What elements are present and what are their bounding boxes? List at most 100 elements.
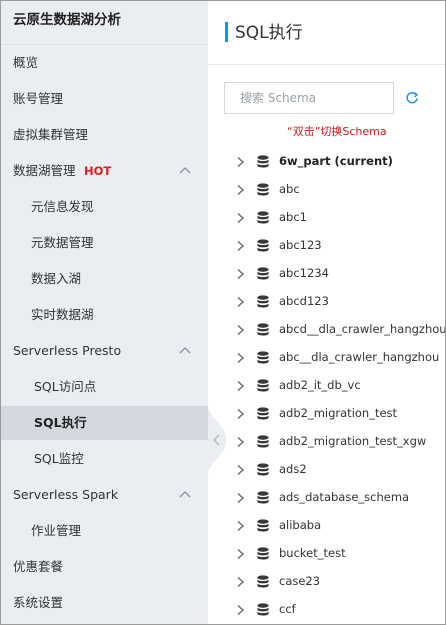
schema-tree-item[interactable]: alibaba bbox=[208, 512, 445, 540]
database-icon bbox=[257, 407, 269, 420]
schema-name: alibaba bbox=[279, 518, 322, 532]
schema-tree-item[interactable]: abc1234 bbox=[208, 260, 445, 288]
database-icon bbox=[257, 295, 269, 308]
sidebar-item-label: 系统设置 bbox=[13, 595, 64, 610]
sidebar-item-label: 数据入湖 bbox=[31, 271, 82, 286]
chevron-up-icon bbox=[179, 167, 191, 174]
schema-tree-item[interactable]: ads2 bbox=[208, 456, 445, 484]
schema-name: adb2_it_db_vc bbox=[279, 378, 361, 392]
database-icon bbox=[257, 183, 269, 196]
page-title: SQL执行 bbox=[235, 23, 303, 43]
sidebar-item-packages[interactable]: 优惠套餐 bbox=[1, 550, 208, 584]
app-window: 云原生数据湖分析 概览 账号管理 虚拟集群管理 数据湖管理 HOT 元信息发现 … bbox=[0, 0, 446, 625]
schema-tree-item[interactable]: bucket_test bbox=[208, 540, 445, 568]
schema-tree-item[interactable]: abcd123 bbox=[208, 288, 445, 316]
schema-tree-item[interactable]: ccf bbox=[208, 596, 445, 624]
chevron-right-icon[interactable] bbox=[235, 240, 245, 252]
database-icon bbox=[257, 547, 269, 560]
chevron-right-icon[interactable] bbox=[235, 492, 245, 504]
schema-name: abc bbox=[279, 182, 300, 196]
title-accent-bar bbox=[225, 22, 228, 42]
sidebar-group-spark[interactable]: Serverless Spark bbox=[1, 478, 208, 512]
schema-tree-item[interactable]: adb2_it_db_vc bbox=[208, 372, 445, 400]
schema-name: adb2_migration_test bbox=[279, 406, 398, 420]
schema-tree-item[interactable]: abc1 bbox=[208, 204, 445, 232]
schema-name: case23 bbox=[279, 574, 321, 588]
schema-name: abcd__dla_crawler_hangzhou bbox=[279, 322, 446, 336]
chevron-right-icon[interactable] bbox=[235, 548, 245, 560]
sidebar-item-sql-monitor[interactable]: SQL监控 bbox=[1, 442, 208, 476]
chevron-right-icon[interactable] bbox=[235, 324, 245, 336]
database-icon bbox=[257, 463, 269, 476]
database-icon bbox=[257, 603, 269, 616]
schema-tree-item[interactable]: adb2_migration_test bbox=[208, 400, 445, 428]
chevron-right-icon[interactable] bbox=[235, 408, 245, 420]
sidebar-item-settings[interactable]: 系统设置 bbox=[1, 586, 208, 620]
schema-name: abc123 bbox=[279, 238, 322, 252]
chevron-right-icon[interactable] bbox=[235, 604, 245, 616]
schema-name: abcd123 bbox=[279, 294, 329, 308]
sidebar-item-job-management[interactable]: 作业管理 bbox=[1, 514, 208, 548]
schema-tree-item[interactable]: 6w_part (current) bbox=[208, 148, 445, 176]
schema-name: adb2_migration_test_xgw bbox=[279, 434, 427, 448]
chevron-right-icon[interactable] bbox=[235, 436, 245, 448]
chevron-right-icon[interactable] bbox=[235, 212, 245, 224]
sidebar-item-label: SQL访问点 bbox=[34, 379, 97, 394]
sidebar-item-label: 元信息发现 bbox=[31, 199, 94, 214]
chevron-up-icon bbox=[179, 491, 191, 498]
sidebar-item-label: 作业管理 bbox=[31, 523, 82, 538]
chevron-right-icon[interactable] bbox=[235, 156, 245, 168]
schema-name: bucket_test bbox=[279, 546, 346, 560]
sidebar-item-label: 账号管理 bbox=[13, 91, 64, 106]
schema-name: ads_database_schema bbox=[279, 490, 410, 504]
database-icon bbox=[257, 519, 269, 532]
schema-tree-item[interactable]: case23 bbox=[208, 568, 445, 596]
schema-name: abc__dla_crawler_hangzhou bbox=[279, 350, 440, 364]
database-icon bbox=[257, 435, 269, 448]
sidebar-item-label: 概览 bbox=[13, 55, 39, 70]
schema-tree-item[interactable]: adb2_migration_test_xgw bbox=[208, 428, 445, 456]
chevron-right-icon[interactable] bbox=[235, 576, 245, 588]
product-title: 云原生数据湖分析 bbox=[1, 1, 208, 45]
schema-name: abc1 bbox=[279, 210, 307, 224]
schema-tree-item[interactable]: abc bbox=[208, 176, 445, 204]
schema-name: ads2 bbox=[279, 462, 307, 476]
chevron-right-icon[interactable] bbox=[235, 380, 245, 392]
database-icon bbox=[257, 351, 269, 364]
schema-tree-item[interactable]: abcd__dla_crawler_hangzhou bbox=[208, 316, 446, 344]
schema-tree-item[interactable]: ads_database_schema bbox=[208, 484, 445, 512]
database-icon bbox=[257, 575, 269, 588]
schema-tree-item[interactable]: abc123 bbox=[208, 232, 445, 260]
schema-name: abc1234 bbox=[279, 266, 329, 280]
schema-search-input[interactable] bbox=[224, 82, 394, 114]
sidebar-group-data-lake[interactable]: 数据湖管理 HOT bbox=[1, 154, 208, 188]
sidebar-item-overview[interactable]: 概览 bbox=[1, 46, 208, 80]
refresh-icon[interactable] bbox=[404, 90, 420, 106]
sidebar-item-sql-endpoints[interactable]: SQL访问点 bbox=[1, 370, 208, 404]
main-panel: SQL执行 “双击”切换Schema 6w_part (current) abc a… bbox=[208, 1, 446, 624]
sidebar-item-metadata-management[interactable]: 元数据管理 bbox=[1, 226, 208, 260]
chevron-right-icon[interactable] bbox=[235, 464, 245, 476]
database-icon bbox=[257, 379, 269, 392]
sidebar-item-sql-execute[interactable]: SQL执行 bbox=[1, 406, 208, 440]
sidebar-item-label: SQL监控 bbox=[34, 451, 84, 466]
sidebar-item-meta-discovery[interactable]: 元信息发现 bbox=[1, 190, 208, 224]
chevron-right-icon[interactable] bbox=[235, 184, 245, 196]
database-icon bbox=[257, 239, 269, 252]
schema-name: ccf bbox=[279, 602, 296, 616]
database-icon bbox=[257, 323, 269, 336]
sidebar-item-accounts[interactable]: 账号管理 bbox=[1, 82, 208, 116]
sidebar-item-label: Serverless Presto bbox=[13, 343, 122, 358]
sidebar-item-realtime-lake[interactable]: 实时数据湖 bbox=[1, 298, 208, 332]
sidebar-item-virtual-clusters[interactable]: 虚拟集群管理 bbox=[1, 118, 208, 152]
schema-tree-item[interactable]: abc__dla_crawler_hangzhou bbox=[208, 344, 445, 372]
switch-schema-hint: “双击”切换Schema bbox=[287, 125, 387, 138]
sidebar-item-label: 实时数据湖 bbox=[31, 307, 94, 322]
chevron-right-icon[interactable] bbox=[235, 520, 245, 532]
sidebar-group-presto[interactable]: Serverless Presto bbox=[1, 334, 208, 368]
chevron-right-icon[interactable] bbox=[235, 352, 245, 364]
chevron-right-icon[interactable] bbox=[235, 268, 245, 280]
chevron-right-icon[interactable] bbox=[235, 296, 245, 308]
sidebar-item-data-ingestion[interactable]: 数据入湖 bbox=[1, 262, 208, 296]
schema-name: 6w_part (current) bbox=[279, 154, 393, 168]
